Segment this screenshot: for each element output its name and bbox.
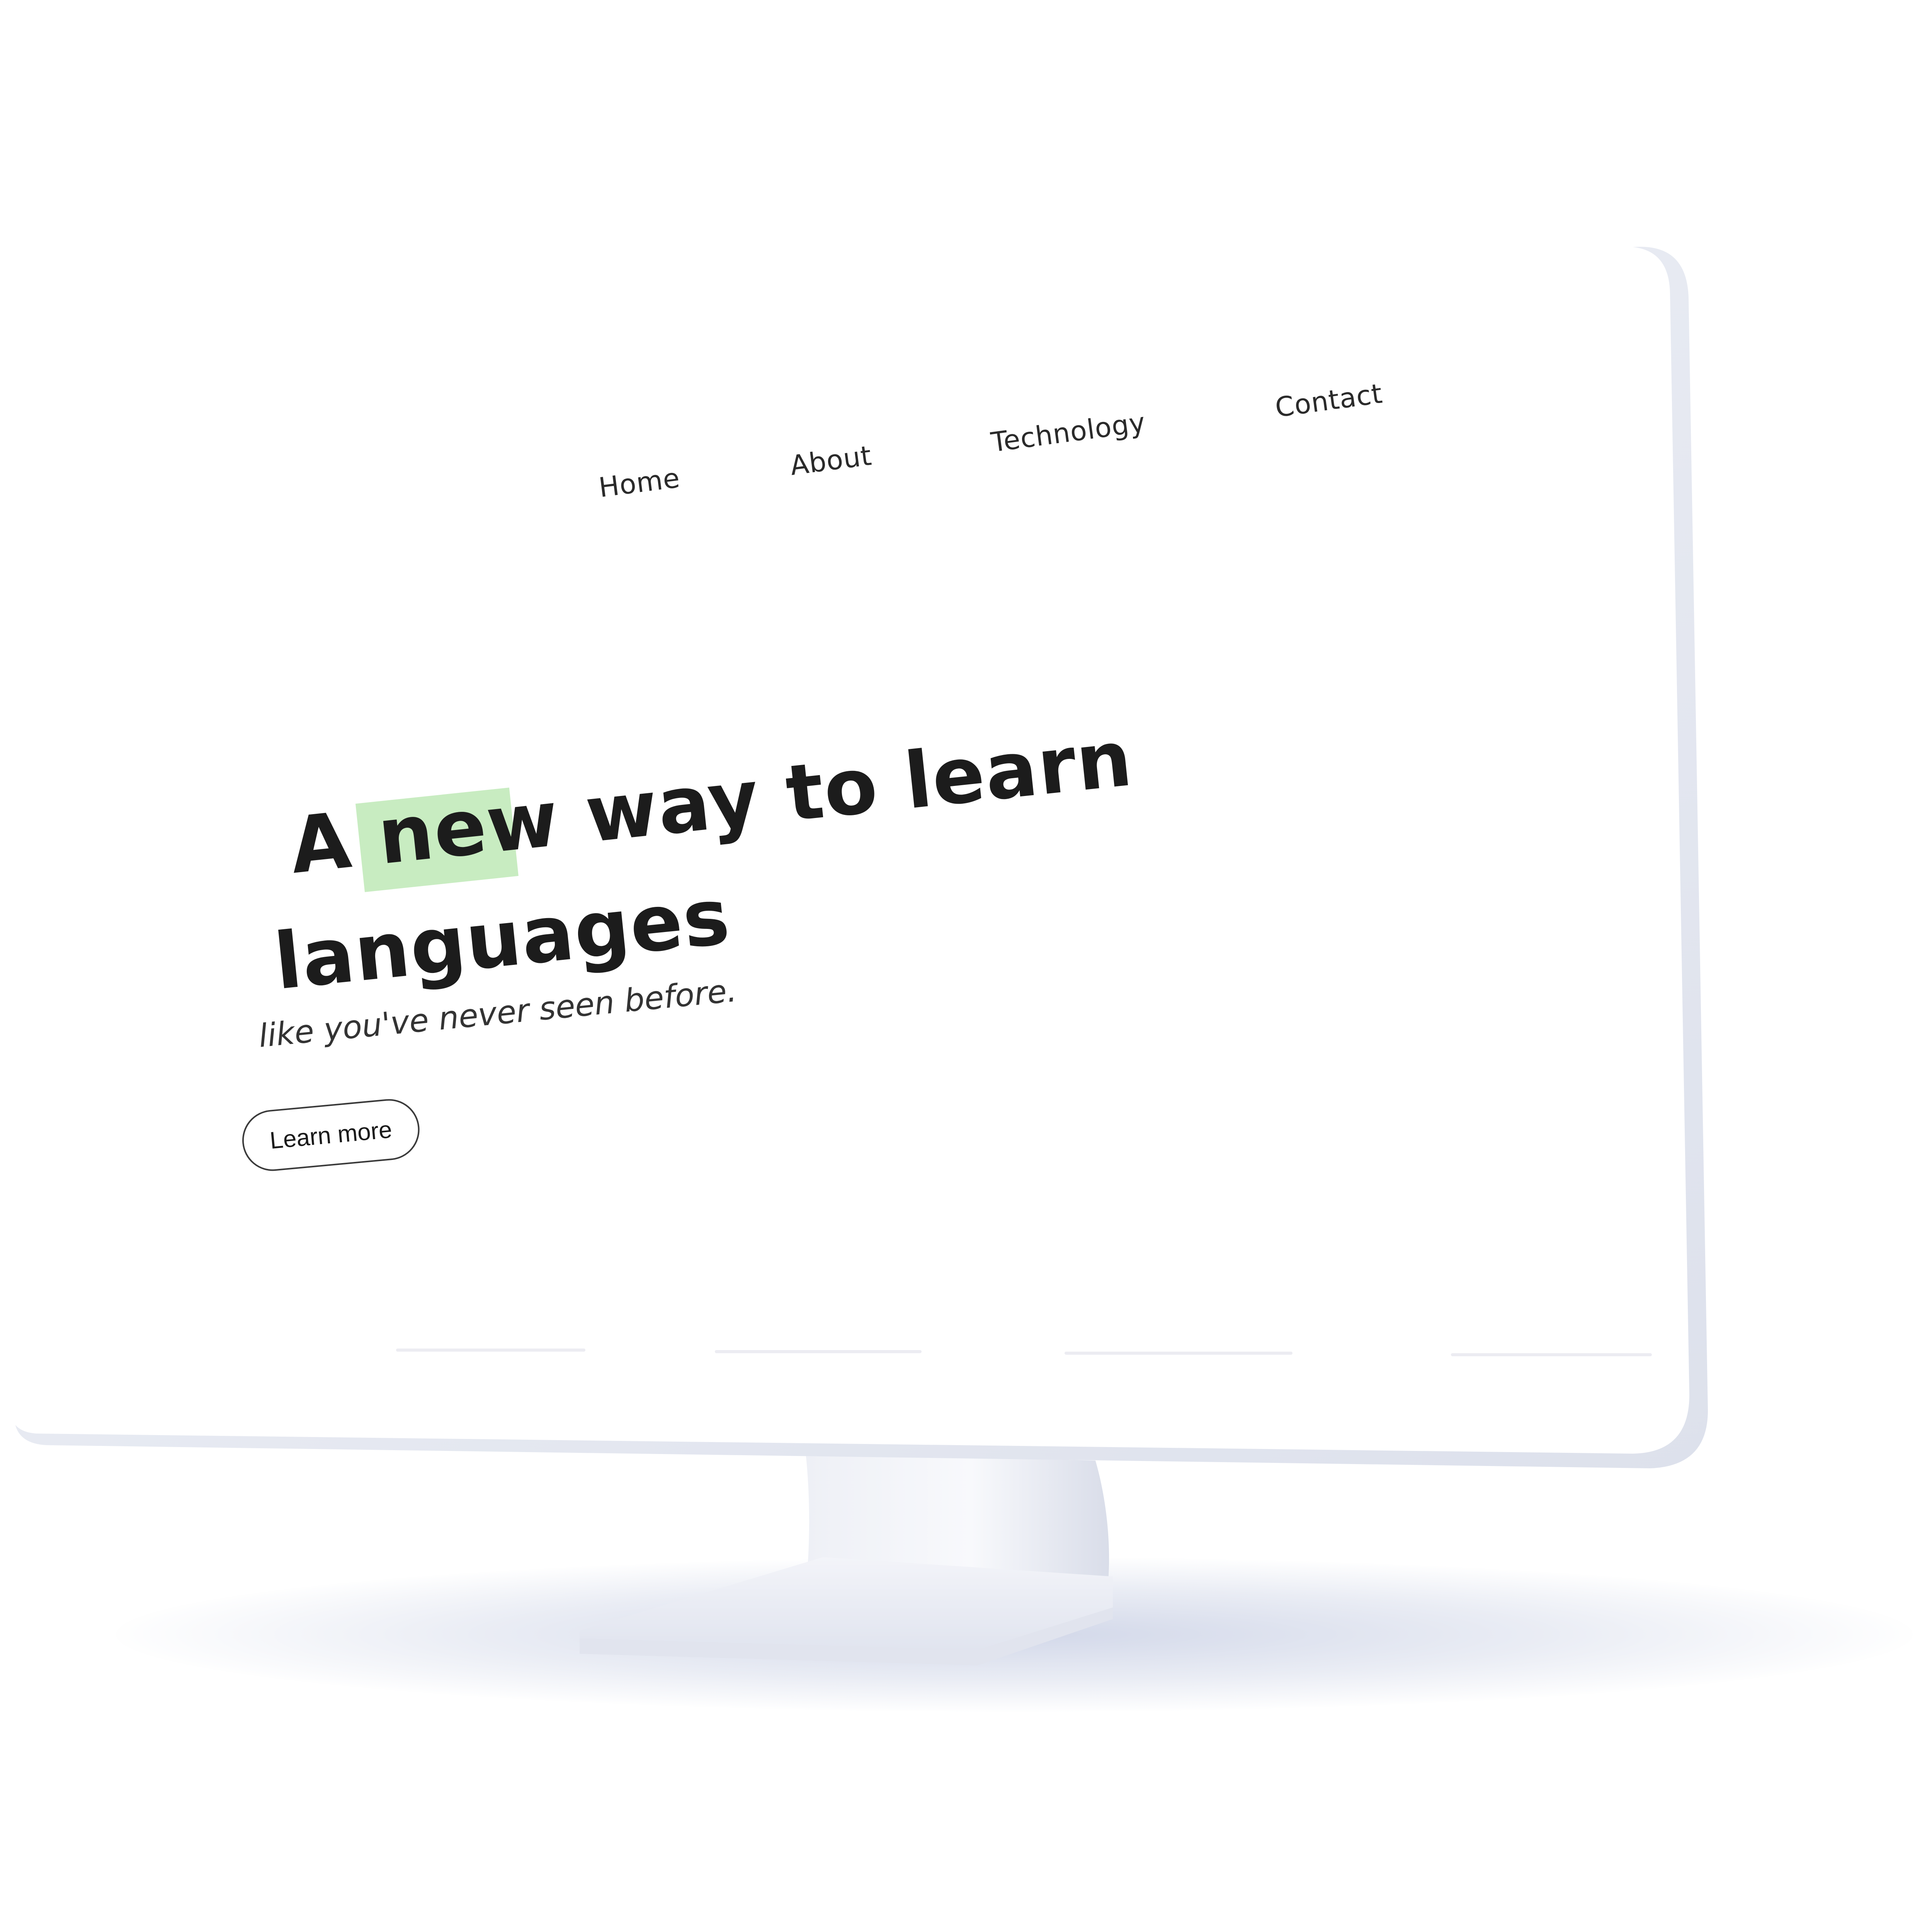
footer-divider-3 [1065, 1352, 1293, 1355]
footer-divider-1 [396, 1349, 585, 1352]
learn-more-label: Learn more [269, 1116, 393, 1154]
device-mockup: Home About Technology Contact A new way … [0, 0, 1932, 1932]
headline-prefix: A [286, 795, 356, 891]
footer-divider-4 [1451, 1353, 1652, 1356]
footer-divider-2 [715, 1350, 922, 1353]
headline-highlight-word: new [374, 774, 563, 882]
